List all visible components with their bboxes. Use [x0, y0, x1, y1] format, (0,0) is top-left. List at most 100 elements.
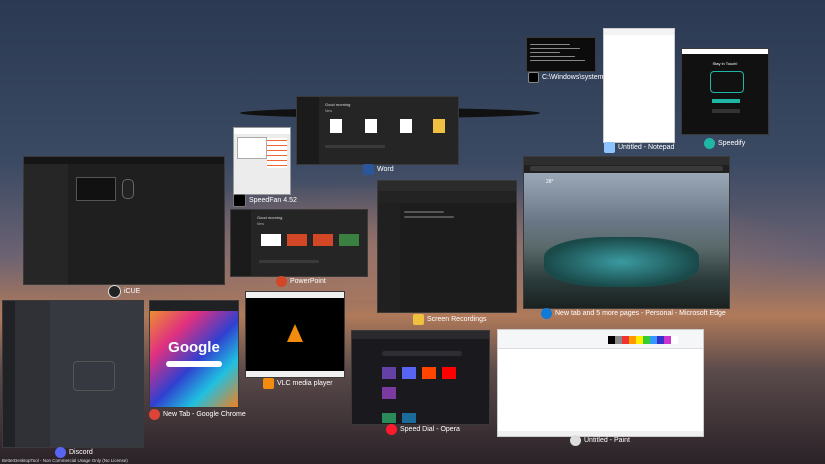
chrome-window-label[interactable]: New Tab - Google Chrome	[149, 409, 246, 420]
discord-icon	[55, 447, 66, 458]
explorer-titlebar	[378, 181, 516, 191]
speedfan-titlebar	[234, 128, 290, 134]
speedify-titlebar	[682, 49, 768, 54]
powerpoint-icon	[276, 276, 287, 287]
vlc-window-label[interactable]: VLC media player	[263, 378, 333, 389]
paint-window-label[interactable]: Untitled - Paint	[570, 435, 630, 446]
chrome-search-box[interactable]	[166, 361, 222, 367]
icue-titlebar	[24, 157, 224, 164]
cmd-icon	[528, 72, 539, 83]
cmd-window-thumbnail[interactable]	[526, 37, 596, 72]
vlc-window-thumbnail[interactable]	[245, 291, 345, 378]
powerpoint-window-thumbnail[interactable]: Good morning New	[230, 209, 368, 277]
explorer-file-row[interactable]	[404, 216, 454, 218]
powerpoint-new-section: New	[257, 222, 265, 226]
cmd-text-line	[530, 44, 570, 45]
word-template-tile[interactable]	[433, 119, 445, 133]
vlc-cone-icon	[287, 324, 303, 342]
word-search-bar[interactable]	[325, 145, 385, 148]
paint-window-thumbnail[interactable]	[497, 329, 704, 437]
speedify-window-label[interactable]: Speedify	[704, 138, 745, 149]
speedify-graphic	[710, 71, 744, 93]
powerpoint-template-tile[interactable]	[313, 234, 333, 246]
vlc-controls[interactable]	[246, 371, 344, 377]
chrome-tab-bar	[150, 301, 238, 311]
paint-window-title: Untitled - Paint	[584, 437, 630, 444]
word-blank-doc-tile[interactable]	[330, 119, 342, 133]
vlc-menubar	[246, 292, 344, 298]
powerpoint-window-label[interactable]: PowerPoint	[276, 276, 326, 287]
chrome-window-title: New Tab - Google Chrome	[163, 411, 246, 418]
word-new-section: New	[325, 109, 333, 113]
speedify-window-thumbnail[interactable]: Stay in Touch!	[681, 48, 769, 135]
chrome-window-thumbnail[interactable]: Google	[149, 300, 239, 408]
icue-window-title: iCUE	[124, 288, 141, 295]
edge-weather-text: 28°	[546, 179, 554, 185]
speedify-button[interactable]	[712, 99, 740, 103]
powerpoint-search-bar[interactable]	[259, 260, 319, 263]
speedfan-window-title: SpeedFan 4.52	[249, 197, 297, 204]
cmd-text-line	[530, 60, 585, 61]
opera-speed-dial-tile[interactable]	[422, 367, 436, 379]
explorer-window-thumbnail[interactable]	[377, 180, 517, 313]
vlc-icon	[263, 378, 274, 389]
edge-sea	[544, 237, 699, 287]
icue-keyboard-image	[76, 177, 116, 201]
word-template-tile[interactable]	[365, 119, 377, 133]
edge-address-bar[interactable]	[530, 166, 723, 171]
cmd-window-label[interactable]: C:\Windows\system	[528, 72, 603, 83]
notepad-window-thumbnail[interactable]	[603, 28, 675, 143]
opera-speed-dial-tile[interactable]	[402, 367, 416, 379]
opera-speed-dial-tile[interactable]	[402, 413, 416, 423]
word-window-thumbnail[interactable]: Good morning New	[296, 96, 459, 165]
opera-window-title: Speed Dial - Opera	[400, 426, 460, 433]
paint-icon	[570, 435, 581, 446]
powerpoint-template-tile[interactable]	[339, 234, 359, 246]
speedfan-window-label[interactable]: SpeedFan 4.52	[233, 194, 297, 207]
word-window-label[interactable]: Word	[363, 164, 394, 175]
notepad-window-title: Untitled - Notepad	[618, 144, 675, 151]
cmd-text-line	[530, 56, 575, 57]
opera-window-label[interactable]: Speed Dial - Opera	[386, 424, 460, 435]
notepad-titlebar	[604, 29, 674, 35]
powerpoint-template-tile[interactable]	[287, 234, 307, 246]
discord-empty-state-art	[73, 361, 115, 391]
powerpoint-sidebar	[231, 210, 251, 276]
speedfan-window-thumbnail[interactable]	[233, 127, 291, 195]
edge-window-thumbnail[interactable]: 28°	[523, 156, 730, 309]
icue-window-label[interactable]: iCUE	[108, 285, 140, 298]
opera-speed-dial-tile[interactable]	[442, 367, 456, 379]
opera-speed-dial-tile[interactable]	[382, 413, 396, 423]
edge-window-label[interactable]: New tab and 5 more pages - Personal - Mi…	[541, 308, 726, 319]
opera-search-box[interactable]	[382, 351, 462, 356]
notepad-window-label[interactable]: Untitled - Notepad	[604, 142, 674, 153]
word-window-title: Word	[377, 166, 394, 173]
explorer-window-label[interactable]: Screen Recordings	[413, 314, 487, 325]
speedfan-chart	[237, 137, 267, 159]
opera-speed-dial-tile[interactable]	[382, 367, 396, 379]
edge-tab-bar	[524, 157, 729, 165]
opera-window-thumbnail[interactable]	[351, 330, 490, 425]
chrome-google-logo: Google	[168, 339, 220, 356]
notepad-icon	[604, 142, 615, 153]
cmd-window-title: C:\Windows\system	[542, 74, 604, 81]
folder-icon	[413, 314, 424, 325]
opera-speed-dial-tile[interactable]	[382, 387, 396, 399]
watermark-text: BetterDesktopTool - Non Commercial Usage…	[2, 458, 128, 463]
explorer-toolbar	[378, 191, 516, 203]
icue-window-thumbnail[interactable]	[23, 156, 225, 285]
opera-tab-bar	[352, 331, 489, 339]
speedify-button-secondary[interactable]	[712, 109, 740, 113]
powerpoint-blank-tile[interactable]	[261, 234, 281, 246]
chrome-icon	[149, 409, 160, 420]
explorer-file-row[interactable]	[404, 211, 444, 213]
paint-color-palette[interactable]	[608, 336, 678, 344]
explorer-window-title: Screen Recordings	[427, 316, 487, 323]
cmd-text-line	[530, 52, 560, 53]
discord-window-label[interactable]: Discord	[55, 447, 93, 458]
discord-channel-list	[15, 301, 50, 447]
word-template-tile[interactable]	[400, 119, 412, 133]
word-sidebar	[297, 97, 319, 164]
discord-window-thumbnail[interactable]	[2, 300, 144, 448]
speedify-icon	[704, 138, 715, 149]
